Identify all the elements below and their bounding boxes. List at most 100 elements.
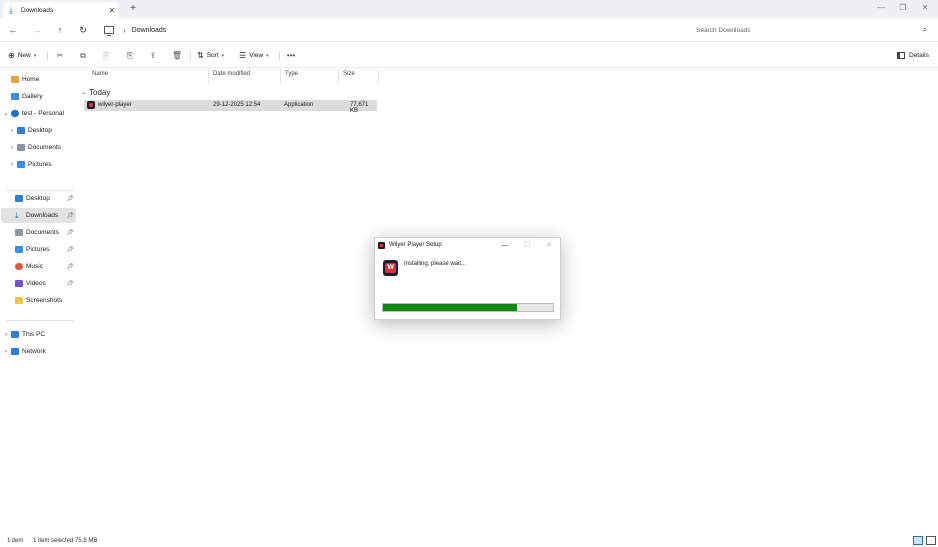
chevron-right-icon[interactable]: ›: [123, 26, 126, 35]
sidebar-item-this-pc[interactable]: › This PC: [1, 327, 76, 342]
app-icon: [87, 101, 95, 109]
close-button[interactable]: ✕: [914, 0, 936, 16]
sidebar-item-onedrive[interactable]: ⌄ test - Personal: [1, 106, 76, 121]
refresh-button[interactable]: ↻: [75, 23, 91, 37]
new-button[interactable]: ⊕ New ▾: [8, 49, 36, 62]
details-button[interactable]: Details: [897, 49, 929, 62]
divider: [47, 51, 48, 61]
sidebar-item-desktop-pinned[interactable]: Desktop 📌︎: [1, 191, 76, 206]
tab-close-button[interactable]: ✕: [105, 6, 119, 15]
pin-icon[interactable]: 📌︎: [66, 212, 74, 219]
pin-icon[interactable]: 📌︎: [66, 195, 74, 202]
arrow-right-icon: →: [32, 25, 42, 35]
music-icon: [15, 263, 23, 270]
sidebar-item-label: Desktop: [26, 195, 50, 202]
sidebar-item-music[interactable]: Music 📌︎: [1, 259, 76, 274]
sidebar-item-documents[interactable]: › Documents: [1, 140, 76, 155]
chevron-down-icon[interactable]: ⌄: [1, 110, 11, 117]
chevron-right-icon[interactable]: ›: [1, 332, 11, 338]
chevron-right-icon[interactable]: ›: [1, 349, 11, 355]
navigation-pane: Home Gallery ⌄ test - Personal › Desktop…: [0, 69, 78, 531]
sort-button[interactable]: ⇅ Sort ▾: [197, 49, 224, 62]
sidebar-item-label: Gallery: [22, 93, 43, 100]
app-icon: [378, 241, 385, 249]
arrow-left-icon: ←: [8, 25, 18, 35]
sidebar-item-pictures[interactable]: › Pictures: [1, 157, 76, 172]
wilyer-logo-icon: W: [383, 260, 398, 276]
status-bar: 1 item 1 item selected 75.8 MB: [0, 534, 938, 547]
videos-icon: [15, 280, 23, 287]
sidebar-item-screenshots[interactable]: Screenshots: [1, 293, 76, 308]
search-icon[interactable]: ⌕: [918, 25, 932, 35]
view-button[interactable]: ☰ View ▾: [239, 49, 269, 62]
breadcrumb-downloads[interactable]: Downloads: [132, 27, 167, 34]
search-input[interactable]: [696, 26, 918, 34]
sidebar-item-desktop[interactable]: › Desktop: [1, 123, 76, 138]
sidebar-item-label: Desktop: [28, 127, 52, 134]
column-divider[interactable]: [208, 69, 209, 83]
column-divider[interactable]: [378, 69, 379, 83]
restore-button[interactable]: ❐: [892, 0, 914, 16]
pin-icon[interactable]: 📌︎: [66, 246, 74, 253]
sidebar-item-label: Documents: [26, 229, 59, 236]
pin-icon[interactable]: 📌︎: [66, 280, 74, 287]
up-button[interactable]: ↑: [52, 23, 68, 37]
sidebar-item-pictures-pinned[interactable]: Pictures 📌︎: [1, 242, 76, 257]
new-tab-button[interactable]: +: [126, 2, 140, 16]
network-icon: [11, 348, 19, 355]
column-header-date[interactable]: Date modified: [213, 71, 250, 81]
dialog-minimize-button[interactable]: —: [494, 242, 516, 249]
share-button[interactable]: ⇪: [146, 49, 160, 62]
sidebar-item-home[interactable]: Home: [1, 72, 76, 87]
dialog-title-bar[interactable]: Wilyer Player Setup — ☐ ✕: [375, 238, 560, 252]
sidebar-item-videos[interactable]: Videos 📌︎: [1, 276, 76, 291]
pc-icon: [104, 26, 114, 36]
file-size: 77,671 KB: [350, 102, 369, 114]
sidebar-item-documents-pinned[interactable]: Documents 📌︎: [1, 225, 76, 240]
tab-downloads[interactable]: ⤓ Downloads ✕: [3, 2, 119, 18]
forward-button[interactable]: →: [29, 23, 45, 37]
chevron-right-icon[interactable]: ›: [7, 145, 17, 151]
setup-dialog: Wilyer Player Setup — ☐ ✕ W Installing, …: [374, 237, 561, 320]
copy-button[interactable]: ⧉: [76, 49, 90, 62]
column-header-size[interactable]: Size: [343, 71, 355, 81]
details-view-button[interactable]: [913, 536, 923, 545]
paste-button[interactable]: 📋︎: [99, 49, 113, 62]
logo-letter: W: [385, 263, 396, 273]
column-header-type[interactable]: Type: [285, 71, 298, 81]
pictures-icon: [15, 246, 23, 253]
progress-fill: [383, 304, 518, 311]
dialog-maximize-button[interactable]: ☐: [516, 241, 538, 249]
column-divider[interactable]: [338, 69, 339, 83]
trash-icon: 🗑︎: [171, 51, 183, 60]
chevron-right-icon[interactable]: ›: [7, 162, 17, 168]
table-row[interactable]: wilyer-player 29-12-2025 12:54 Applicati…: [84, 100, 377, 114]
cut-button[interactable]: ✂: [53, 49, 67, 62]
pin-icon[interactable]: 📌︎: [66, 263, 74, 270]
dialog-close-button[interactable]: ✕: [538, 241, 560, 249]
back-button[interactable]: ←: [5, 23, 21, 37]
sidebar-item-label: Music: [26, 263, 43, 270]
column-header-name[interactable]: Name: [92, 71, 108, 81]
desktop-icon: [15, 195, 23, 202]
sidebar-item-network[interactable]: › Network: [1, 344, 76, 359]
divider: [6, 320, 74, 321]
rename-button[interactable]: ⎘: [123, 49, 137, 62]
sort-icon: ⇅: [197, 51, 204, 60]
column-divider[interactable]: [280, 69, 281, 83]
sidebar-item-downloads[interactable]: ⤓ Downloads 📌︎: [1, 208, 76, 223]
minimize-button[interactable]: —: [870, 0, 892, 16]
search-box[interactable]: ⌕: [690, 22, 932, 38]
pin-icon[interactable]: 📌︎: [66, 229, 74, 236]
home-icon: [11, 76, 19, 83]
tiles-view-button[interactable]: [926, 536, 936, 545]
sidebar-item-gallery[interactable]: Gallery: [1, 89, 76, 104]
view-label: View: [249, 52, 264, 59]
breadcrumb[interactable]: › Downloads: [100, 22, 685, 38]
chevron-right-icon[interactable]: ›: [7, 128, 17, 134]
group-header-today[interactable]: ⌄ Today: [81, 86, 110, 98]
sidebar-item-label: Screenshots: [26, 297, 63, 304]
more-options-button[interactable]: •••: [284, 49, 298, 62]
tab-title: Downloads: [21, 6, 54, 14]
delete-button[interactable]: 🗑︎: [170, 49, 184, 62]
